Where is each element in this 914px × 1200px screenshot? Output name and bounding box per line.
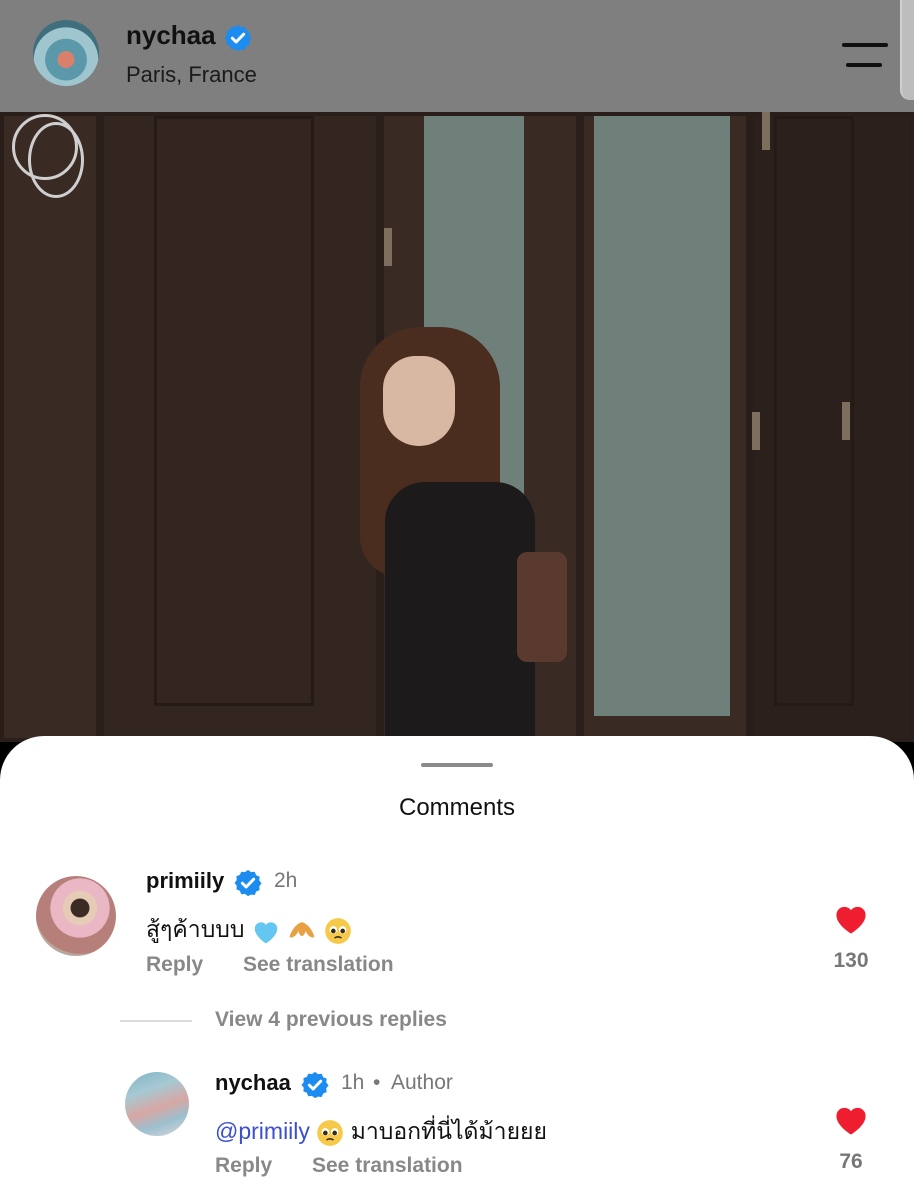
profile-avatar[interactable] [33, 20, 99, 86]
sheet-title: Comments [398, 794, 516, 821]
door-panel [750, 112, 914, 742]
verified-badge-icon [234, 869, 262, 897]
view-previous-replies-button[interactable]: View 4 previous replies [215, 1008, 447, 1032]
post-username[interactable]: nychaa [126, 20, 216, 51]
see-translation-button[interactable]: See translation [243, 953, 394, 977]
reply-button[interactable]: Reply [215, 1154, 272, 1178]
person-face [383, 356, 455, 446]
door-panel [0, 112, 100, 742]
author-badge: Author [391, 1071, 453, 1094]
reply-button[interactable]: Reply [146, 953, 203, 977]
scrollbar[interactable] [900, 0, 914, 100]
comments-sheet: Comments primiily 2h สู้ๆค้าบบบ Reply Se… [0, 736, 914, 1200]
door-panel [100, 112, 380, 742]
pleading-face-icon [317, 1120, 344, 1146]
post-header: nychaa Paris, France [0, 0, 914, 112]
reply-avatar[interactable] [125, 1072, 189, 1136]
commenter-avatar[interactable] [36, 876, 116, 956]
mention-link[interactable]: @primiily [215, 1118, 310, 1144]
reply-text: @primiily มาบอกที่นี่ได้ม้ายยย [215, 1114, 547, 1150]
light-blue-heart-icon [254, 922, 278, 944]
menu-icon[interactable] [842, 43, 888, 67]
comment-text: สู้ๆค้าบบบ [146, 912, 352, 948]
reply-time: 1h [341, 1071, 365, 1094]
heart-icon[interactable] [833, 903, 869, 935]
heart-icon[interactable] [833, 1104, 869, 1136]
reply-username[interactable]: nychaa [215, 1070, 291, 1096]
reply-body: มาบอกที่นี่ได้ม้ายยย [350, 1118, 547, 1144]
croissant-icon [289, 922, 315, 938]
verified-badge-icon [224, 24, 252, 52]
separator-dot: • [373, 1071, 381, 1094]
replies-divider [120, 1020, 192, 1022]
person-body [385, 482, 535, 742]
comment-username[interactable]: primiily [146, 868, 224, 894]
like-count: 130 [833, 949, 869, 972]
verified-badge-icon [301, 1071, 329, 1099]
like-count: 76 [839, 1150, 863, 1173]
pleading-face-icon [324, 918, 351, 944]
sheet-drag-handle[interactable] [421, 763, 493, 767]
see-translation-button[interactable]: See translation [312, 1154, 463, 1178]
post-location[interactable]: Paris, France [126, 62, 257, 88]
post-photo[interactable] [0, 112, 914, 742]
handbag [517, 552, 567, 662]
door-panel [580, 112, 750, 742]
comment-time: 2h [274, 869, 298, 892]
comment-body: สู้ๆค้าบบบ [146, 916, 245, 942]
